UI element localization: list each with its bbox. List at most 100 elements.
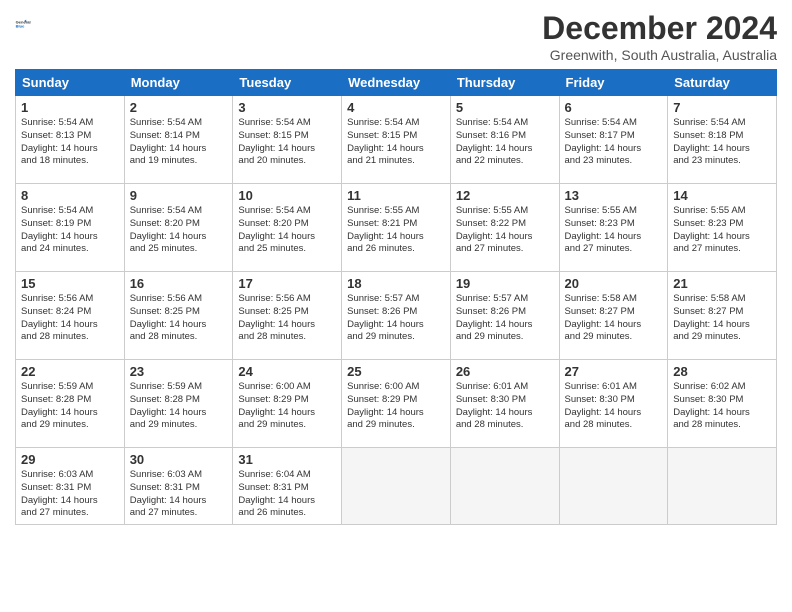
calendar-cell: 1 Sunrise: 5:54 AM Sunset: 8:13 PM Daylig… xyxy=(16,96,125,184)
day-number: 2 xyxy=(130,100,228,115)
day-number: 10 xyxy=(238,188,336,203)
day-number: 17 xyxy=(238,276,336,291)
calendar-cell xyxy=(342,448,451,525)
week-row-1: 1 Sunrise: 5:54 AM Sunset: 8:13 PM Daylig… xyxy=(16,96,777,184)
day-info: Sunrise: 5:58 AM Sunset: 8:27 PM Dayligh… xyxy=(673,293,771,344)
day-number: 5 xyxy=(456,100,554,115)
day-number: 8 xyxy=(21,188,119,203)
day-number: 30 xyxy=(130,452,228,467)
calendar-cell: 30 Sunrise: 6:03 AM Sunset: 8:31 PM Dayli… xyxy=(124,448,233,525)
weekday-header-row: Sunday Monday Tuesday Wednesday Thursday… xyxy=(16,70,777,96)
calendar-cell: 25 Sunrise: 6:00 AM Sunset: 8:29 PM Dayli… xyxy=(342,360,451,448)
day-number: 20 xyxy=(565,276,663,291)
header-sunday: Sunday xyxy=(16,70,125,96)
day-info: Sunrise: 5:55 AM Sunset: 8:23 PM Dayligh… xyxy=(673,205,771,256)
calendar-cell xyxy=(668,448,777,525)
day-info: Sunrise: 5:54 AM Sunset: 8:19 PM Dayligh… xyxy=(21,205,119,256)
day-info: Sunrise: 5:59 AM Sunset: 8:28 PM Dayligh… xyxy=(130,381,228,432)
calendar-cell: 17 Sunrise: 5:56 AM Sunset: 8:25 PM Dayli… xyxy=(233,272,342,360)
day-info: Sunrise: 5:54 AM Sunset: 8:16 PM Dayligh… xyxy=(456,117,554,168)
day-info: Sunrise: 5:54 AM Sunset: 8:20 PM Dayligh… xyxy=(130,205,228,256)
day-number: 29 xyxy=(21,452,119,467)
calendar-table: Sunday Monday Tuesday Wednesday Thursday… xyxy=(15,69,777,525)
calendar-cell: 3Sunrise: 5:54 AM Sunset: 8:15 PM Daylig… xyxy=(233,96,342,184)
day-info: Sunrise: 6:03 AM Sunset: 8:31 PM Dayligh… xyxy=(21,469,119,520)
calendar-cell xyxy=(559,448,668,525)
day-info: Sunrise: 6:04 AM Sunset: 8:31 PM Dayligh… xyxy=(238,469,336,520)
calendar-cell: 2 Sunrise: 5:54 AM Sunset: 8:14 PM Daylig… xyxy=(124,96,233,184)
day-info: Sunrise: 5:54 AM Sunset: 8:13 PM Dayligh… xyxy=(21,117,119,168)
calendar-cell: 20 Sunrise: 5:58 AM Sunset: 8:27 PM Dayli… xyxy=(559,272,668,360)
day-info: Sunrise: 5:58 AM Sunset: 8:27 PM Dayligh… xyxy=(565,293,663,344)
week-row-3: 15 Sunrise: 5:56 AM Sunset: 8:24 PM Dayli… xyxy=(16,272,777,360)
day-number: 16 xyxy=(130,276,228,291)
day-number: 26 xyxy=(456,364,554,379)
week-row-4: 22 Sunrise: 5:59 AM Sunset: 8:28 PM Dayli… xyxy=(16,360,777,448)
day-info: Sunrise: 6:01 AM Sunset: 8:30 PM Dayligh… xyxy=(456,381,554,432)
day-info: Sunrise: 5:56 AM Sunset: 8:24 PM Dayligh… xyxy=(21,293,119,344)
calendar-cell: 5 Sunrise: 5:54 AM Sunset: 8:16 PM Daylig… xyxy=(450,96,559,184)
calendar-cell: 12Sunrise: 5:55 AM Sunset: 8:22 PM Dayli… xyxy=(450,184,559,272)
day-number: 28 xyxy=(673,364,771,379)
week-row-2: 8 Sunrise: 5:54 AM Sunset: 8:19 PM Daylig… xyxy=(16,184,777,272)
day-number: 15 xyxy=(21,276,119,291)
calendar-cell: 15 Sunrise: 5:56 AM Sunset: 8:24 PM Dayli… xyxy=(16,272,125,360)
calendar-cell: 4Sunrise: 5:54 AM Sunset: 8:15 PM Daylig… xyxy=(342,96,451,184)
header-tuesday: Tuesday xyxy=(233,70,342,96)
day-info: Sunrise: 6:01 AM Sunset: 8:30 PM Dayligh… xyxy=(565,381,663,432)
calendar-cell: 13 Sunrise: 5:55 AM Sunset: 8:23 PM Dayli… xyxy=(559,184,668,272)
day-info: Sunrise: 5:57 AM Sunset: 8:26 PM Dayligh… xyxy=(347,293,445,344)
day-number: 27 xyxy=(565,364,663,379)
day-info: Sunrise: 6:03 AM Sunset: 8:31 PM Dayligh… xyxy=(130,469,228,520)
day-number: 4 xyxy=(347,100,445,115)
day-number: 1 xyxy=(21,100,119,115)
calendar-cell: 8 Sunrise: 5:54 AM Sunset: 8:19 PM Daylig… xyxy=(16,184,125,272)
day-number: 12 xyxy=(456,188,554,203)
day-info: Sunrise: 5:54 AM Sunset: 8:17 PM Dayligh… xyxy=(565,117,663,168)
calendar-cell: 29 Sunrise: 6:03 AM Sunset: 8:31 PM Dayli… xyxy=(16,448,125,525)
header-wednesday: Wednesday xyxy=(342,70,451,96)
calendar-cell: 6 Sunrise: 5:54 AM Sunset: 8:17 PM Daylig… xyxy=(559,96,668,184)
day-info: Sunrise: 5:56 AM Sunset: 8:25 PM Dayligh… xyxy=(238,293,336,344)
day-number: 19 xyxy=(456,276,554,291)
day-number: 13 xyxy=(565,188,663,203)
day-info: Sunrise: 5:55 AM Sunset: 8:21 PM Dayligh… xyxy=(347,205,445,256)
day-info: Sunrise: 6:00 AM Sunset: 8:29 PM Dayligh… xyxy=(238,381,336,432)
header-monday: Monday xyxy=(124,70,233,96)
day-number: 23 xyxy=(130,364,228,379)
title-block: December 2024 Greenwith, South Australia… xyxy=(542,10,777,63)
calendar-cell: 14Sunrise: 5:55 AM Sunset: 8:23 PM Dayli… xyxy=(668,184,777,272)
day-number: 25 xyxy=(347,364,445,379)
day-number: 31 xyxy=(238,452,336,467)
day-number: 24 xyxy=(238,364,336,379)
calendar-cell: 16Sunrise: 5:56 AM Sunset: 8:25 PM Dayli… xyxy=(124,272,233,360)
week-row-5: 29 Sunrise: 6:03 AM Sunset: 8:31 PM Dayli… xyxy=(16,448,777,525)
calendar-cell: 31 Sunrise: 6:04 AM Sunset: 8:31 PM Dayli… xyxy=(233,448,342,525)
calendar-cell xyxy=(450,448,559,525)
day-number: 6 xyxy=(565,100,663,115)
calendar-cell: 24 Sunrise: 6:00 AM Sunset: 8:29 PM Dayli… xyxy=(233,360,342,448)
day-info: Sunrise: 5:54 AM Sunset: 8:14 PM Dayligh… xyxy=(130,117,228,168)
day-info: Sunrise: 5:55 AM Sunset: 8:23 PM Dayligh… xyxy=(565,205,663,256)
day-info: Sunrise: 5:59 AM Sunset: 8:28 PM Dayligh… xyxy=(21,381,119,432)
svg-text:Blue: Blue xyxy=(16,24,25,29)
page-header: General Blue December 2024 Greenwith, So… xyxy=(15,10,777,63)
subtitle: Greenwith, South Australia, Australia xyxy=(542,47,777,63)
calendar-cell: 27 Sunrise: 6:01 AM Sunset: 8:30 PM Dayli… xyxy=(559,360,668,448)
day-number: 22 xyxy=(21,364,119,379)
logo-icon: General Blue xyxy=(15,10,43,38)
day-info: Sunrise: 6:02 AM Sunset: 8:30 PM Dayligh… xyxy=(673,381,771,432)
header-friday: Friday xyxy=(559,70,668,96)
day-info: Sunrise: 6:00 AM Sunset: 8:29 PM Dayligh… xyxy=(347,381,445,432)
day-number: 3 xyxy=(238,100,336,115)
main-title: December 2024 xyxy=(542,10,777,47)
calendar-cell: 26 Sunrise: 6:01 AM Sunset: 8:30 PM Dayli… xyxy=(450,360,559,448)
calendar-page: General Blue December 2024 Greenwith, So… xyxy=(0,0,792,612)
day-info: Sunrise: 5:57 AM Sunset: 8:26 PM Dayligh… xyxy=(456,293,554,344)
header-saturday: Saturday xyxy=(668,70,777,96)
calendar-cell: 9Sunrise: 5:54 AM Sunset: 8:20 PM Daylig… xyxy=(124,184,233,272)
calendar-cell: 19 Sunrise: 5:57 AM Sunset: 8:26 PM Dayli… xyxy=(450,272,559,360)
calendar-cell: 18Sunrise: 5:57 AM Sunset: 8:26 PM Dayli… xyxy=(342,272,451,360)
day-number: 21 xyxy=(673,276,771,291)
calendar-cell: 7Sunrise: 5:54 AM Sunset: 8:18 PM Daylig… xyxy=(668,96,777,184)
